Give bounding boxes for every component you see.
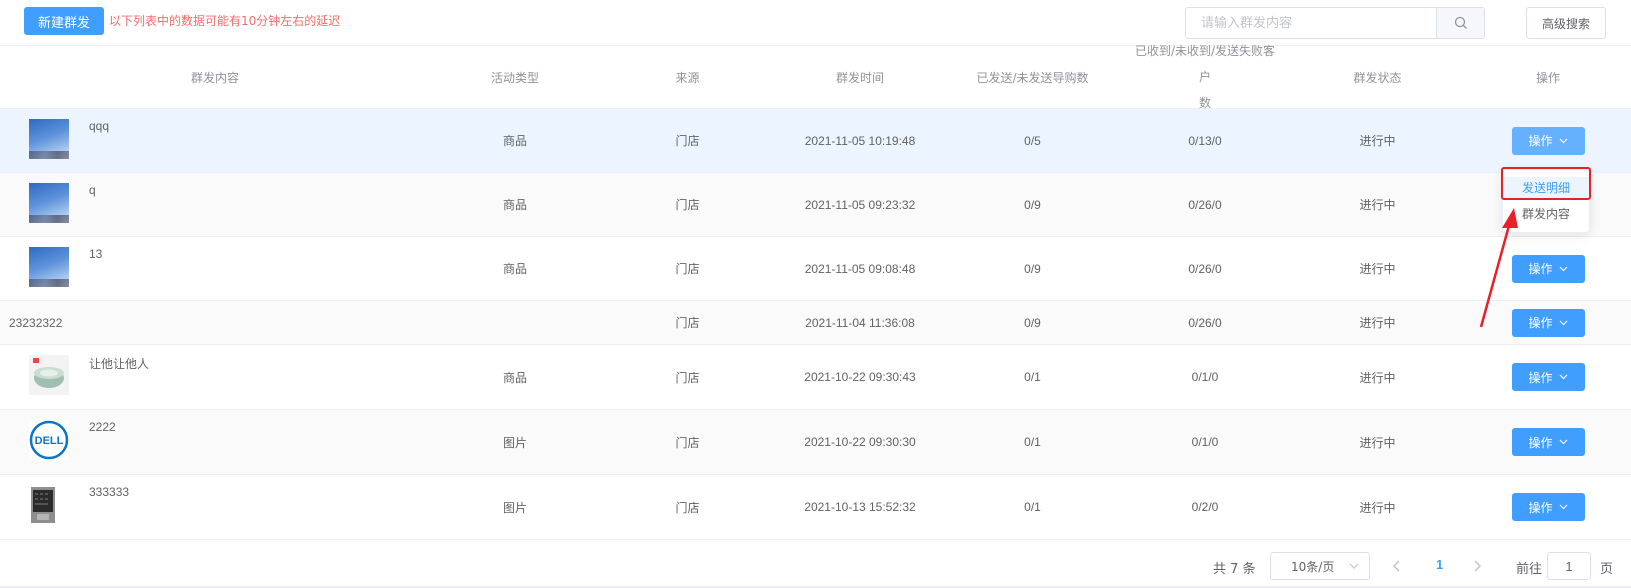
annotation-arrow-icon	[1479, 208, 1518, 328]
